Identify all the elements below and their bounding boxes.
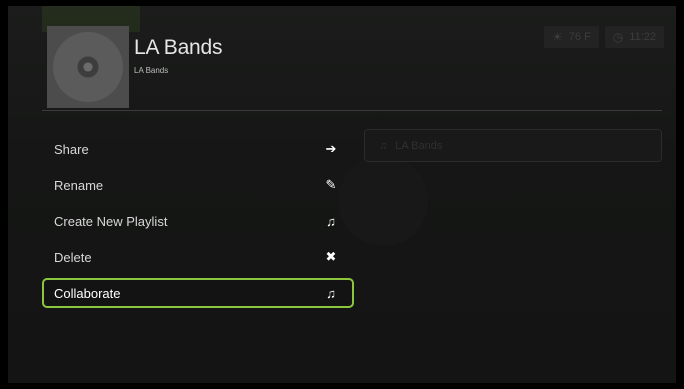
collaborate-icon: ♫ xyxy=(326,285,336,301)
menu-item-share[interactable]: Share ➔ xyxy=(42,134,354,164)
background-playlist-label: LA Bands xyxy=(395,139,443,152)
menu-item-rename[interactable]: Rename ✎ xyxy=(42,170,354,200)
page-title: LA Bands xyxy=(134,36,223,59)
clock-icon: ◷ xyxy=(612,30,624,44)
album-art xyxy=(47,26,129,108)
music-note-icon: ♫ xyxy=(379,139,388,152)
weather-pill: ☀ 76 F xyxy=(544,26,599,48)
playlist-options-screen: ☀ 76 F ◷ 11:22 ♫ LA Bands LA Bands LA Ba… xyxy=(8,6,676,383)
menu-item-collaborate[interactable]: Collaborate ♫ xyxy=(42,278,354,308)
pencil-icon: ✎ xyxy=(325,177,337,192)
menu-item-label: Share xyxy=(54,141,89,157)
time-text: 11:22 xyxy=(629,31,656,43)
menu-item-delete[interactable]: Delete ✖ xyxy=(42,242,354,272)
new-playlist-icon: ♫ xyxy=(326,213,336,229)
page-subtitle: LA Bands xyxy=(134,66,169,75)
menu-item-label: Collaborate xyxy=(54,285,121,301)
menu-item-label: Rename xyxy=(54,177,104,193)
menu-item-label: Create New Playlist xyxy=(54,213,168,229)
sun-icon: ☀ xyxy=(552,30,563,44)
header-divider xyxy=(42,110,662,111)
status-bar: ☀ 76 F ◷ 11:22 xyxy=(544,26,664,48)
menu-item-create-new-playlist[interactable]: Create New Playlist ♫ xyxy=(42,206,354,236)
disc-icon xyxy=(53,32,123,102)
clock-pill: ◷ 11:22 xyxy=(604,26,664,48)
close-icon: ✖ xyxy=(325,249,337,264)
tv-frame: ☀ 76 F ◷ 11:22 ♫ LA Bands LA Bands LA Ba… xyxy=(0,0,684,389)
options-menu: Share ➔ Rename ✎ Create New Playlist ♫ D… xyxy=(42,134,354,314)
background-playlist-row: ♫ LA Bands xyxy=(364,129,662,162)
arrow-right-icon: ➔ xyxy=(325,141,337,156)
menu-item-label: Delete xyxy=(54,249,92,265)
temperature-text: 76 F xyxy=(568,31,591,43)
